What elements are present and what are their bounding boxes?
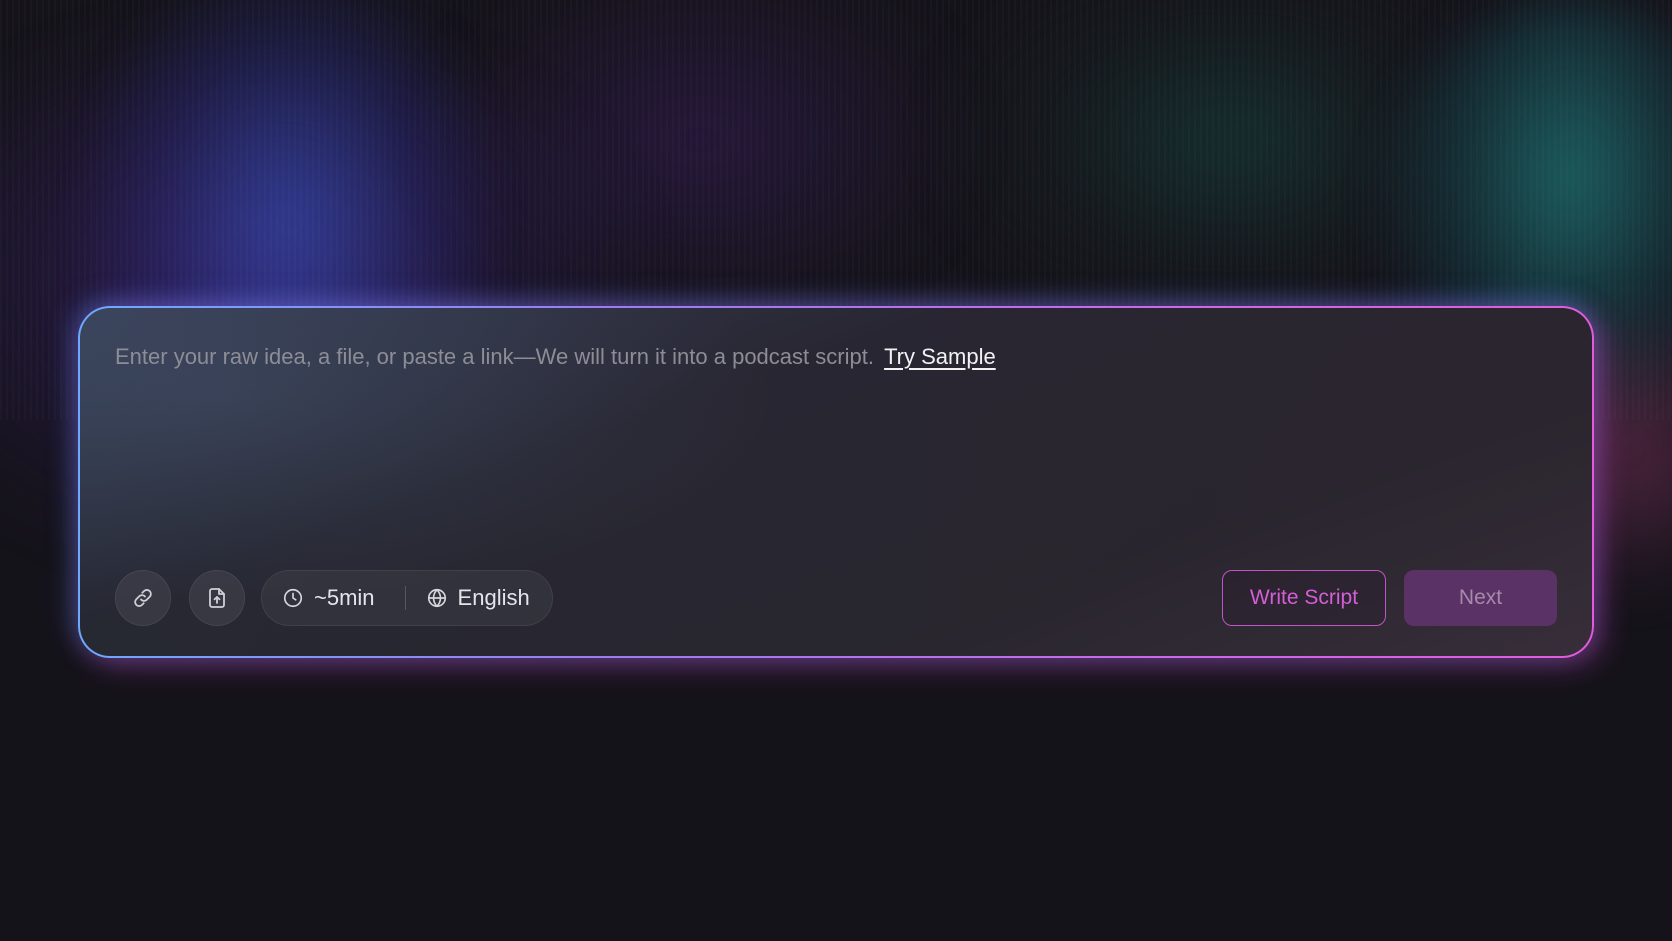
next-button[interactable]: Next	[1404, 570, 1557, 626]
background-glow-green	[950, 0, 1510, 320]
pill-divider	[404, 586, 406, 610]
duration-value: ~5min	[314, 585, 375, 610]
language-value: English	[457, 585, 530, 610]
input-toolbar: ~5min English	[115, 570, 553, 626]
upload-file-button[interactable]	[189, 570, 245, 626]
options-pill: ~5min English	[261, 570, 553, 626]
app-background: Enter your raw idea, a file, or paste a …	[0, 0, 1672, 941]
background-glow-purple	[420, 0, 980, 320]
action-buttons: Write Script Next	[1222, 570, 1557, 626]
prompt-card: Enter your raw idea, a file, or paste a …	[80, 308, 1592, 656]
link-icon	[134, 589, 152, 607]
globe-icon	[427, 588, 446, 608]
language-selector[interactable]: English	[426, 585, 530, 611]
prompt-placeholder: Enter your raw idea, a file, or paste a …	[115, 344, 874, 369]
clock-icon	[283, 588, 303, 608]
write-script-button[interactable]: Write Script	[1222, 570, 1386, 626]
add-link-button[interactable]	[115, 570, 171, 626]
prompt-input-area[interactable]: Enter your raw idea, a file, or paste a …	[115, 344, 996, 370]
prompt-card-border: Enter your raw idea, a file, or paste a …	[78, 306, 1594, 658]
duration-selector[interactable]: ~5min	[282, 585, 375, 611]
file-upload-icon	[209, 588, 225, 608]
try-sample-link[interactable]: Try Sample	[884, 344, 996, 369]
